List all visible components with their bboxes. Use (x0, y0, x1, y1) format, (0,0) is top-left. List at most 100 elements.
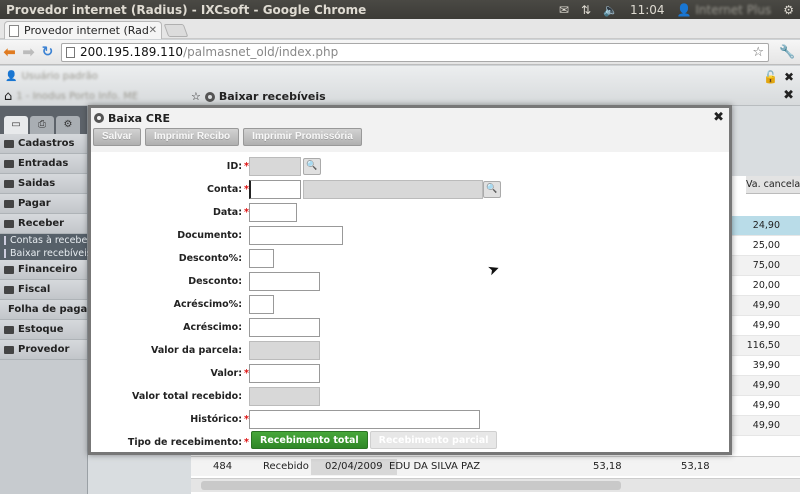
save-button[interactable]: Salvar (93, 128, 142, 146)
user-menu[interactable]: 👤 Internet Plus (677, 3, 772, 17)
folder-icon (4, 345, 14, 354)
sidebar: ▭ ⎙ ⚙ Cadastros Entradas Saidas Pagar Re… (0, 106, 92, 494)
folder-icon (4, 139, 14, 148)
folder-icon (4, 199, 14, 208)
url-path: /palmasnet_old/index.php (183, 45, 339, 59)
sidebar-item-financeiro[interactable]: Financeiro (0, 260, 87, 280)
dialog-form: ID: * 🔍 Conta: * 🔍 Data: * Documento: Desco… (91, 152, 729, 452)
cell-value: 75,00 (752, 260, 780, 271)
sidebar-item-pagar[interactable]: Pagar (0, 194, 87, 214)
data-label: Data: (212, 207, 243, 218)
os-user-name: Internet Plus (695, 2, 772, 17)
column-header-cancelado[interactable]: Va. cancelado (746, 176, 800, 194)
sidebar-item-saidas[interactable]: Saidas (0, 174, 87, 194)
clock[interactable]: 11:04 (630, 3, 665, 17)
cell-value: 25,00 (752, 240, 780, 251)
main-title-text: Baixar recebíveis (218, 90, 326, 103)
network-icon[interactable]: ⇅ (581, 3, 591, 17)
sidebar-item-label: Pagar (18, 198, 51, 209)
conta-description-field[interactable] (303, 180, 483, 199)
acrescimo-label: Acréscimo: (183, 322, 242, 333)
documento-field[interactable] (249, 226, 343, 245)
sidebar-item-estoque[interactable]: Estoque (0, 320, 87, 340)
folder-icon (4, 285, 14, 294)
id-label: ID: (226, 161, 243, 172)
close-app-icon[interactable]: ✖ (784, 70, 794, 84)
bookmark-star-icon[interactable]: ☆ (752, 45, 764, 60)
back-arrow-icon[interactable]: ⬅ (0, 43, 19, 61)
power-icon[interactable]: ⚙ (783, 3, 794, 17)
cell-value: 49,90 (752, 320, 780, 331)
print-receipt-button[interactable]: Imprimir Recibo (145, 128, 240, 146)
user-icon: 👤 (676, 2, 692, 17)
sidebar-item-cadastros[interactable]: Cadastros (0, 134, 87, 154)
conta-field[interactable] (249, 180, 301, 199)
search-id-button[interactable]: 🔍 (303, 158, 321, 175)
id-field[interactable] (249, 157, 301, 176)
sidebar-subitem-label: Baixar recebíveis (10, 248, 92, 259)
system-tray: ✉ ⇅ 🔈 11:04 👤 Internet Plus ⚙ (559, 3, 800, 17)
historico-field[interactable] (249, 410, 480, 429)
close-tab-icon[interactable]: ✕ (149, 25, 157, 36)
star-icon[interactable]: ☆ (191, 90, 201, 103)
folder-icon (4, 325, 14, 334)
close-window-icon[interactable]: ✖ (783, 88, 794, 103)
user-icon: 👤 (5, 71, 18, 82)
wrench-icon[interactable]: 🔧 (779, 45, 795, 60)
recebimento-total-button[interactable]: Recebimento total (251, 431, 368, 449)
valor-label: Valor: (210, 368, 243, 379)
cell-date: 02/04/2009 (311, 459, 397, 475)
home-icon[interactable]: ⌂ (4, 89, 12, 104)
close-dialog-icon[interactable]: ✖ (713, 110, 724, 125)
field-row-desconto-pct: Desconto%: (91, 250, 249, 270)
sidebar-item-label: Financeiro (18, 264, 78, 275)
data-field[interactable] (249, 203, 297, 222)
company-line: ⌂ 1 - Inodus Porto Info. ME (4, 89, 138, 104)
browser-tab[interactable]: Provedor internet (Radius ✕ (4, 21, 162, 39)
lifebuoy-icon (94, 113, 104, 123)
volume-icon[interactable]: 🔈 (603, 3, 618, 17)
acrescimo-pct-field[interactable] (249, 295, 274, 314)
mail-icon[interactable]: ✉ (559, 3, 569, 17)
cell-value: 116,50 (746, 340, 780, 351)
desconto-label: Desconto: (188, 276, 242, 287)
field-row-valor: Valor: * (91, 365, 249, 385)
sidebar-item-fiscal[interactable]: Fiscal (0, 280, 87, 300)
table-row[interactable]: 484 Recebido 02/04/2009 EDU DA SILVA PAZ… (191, 456, 800, 476)
print-promissory-button[interactable]: Imprimir Promissória (243, 128, 362, 146)
print-icon: ⎙ (38, 119, 46, 130)
tab-title: Provedor internet (Radius (24, 24, 149, 37)
cell-value: 49,90 (752, 380, 780, 391)
reload-icon[interactable]: ↻ (38, 44, 57, 60)
scrollbar-thumb[interactable] (201, 481, 621, 490)
valor-field[interactable] (249, 364, 320, 383)
tab-settings[interactable]: ⚙ (56, 116, 80, 134)
sidebar-item-provedor[interactable]: Provedor (0, 340, 87, 360)
os-top-panel: Provedor internet (Radius) - IXCsoft - G… (0, 0, 800, 19)
recebimento-parcial-button[interactable]: Recebimento parcial (369, 431, 498, 449)
sidebar-item-label: Fiscal (18, 284, 51, 295)
new-tab-button[interactable] (163, 24, 189, 37)
url-host: 200.195.189.110 (80, 45, 184, 59)
sidebar-subitem-baixar-recebiveis[interactable]: Baixar recebíveis (0, 247, 92, 260)
cell-value: 49,90 (752, 300, 780, 311)
unlock-icon[interactable]: 🔓 (763, 70, 778, 84)
sidebar-item-receber[interactable]: Receber (0, 214, 87, 234)
desconto-field[interactable] (249, 272, 320, 291)
tab-windows[interactable]: ▭ (4, 116, 28, 134)
conta-label: Conta: (207, 184, 243, 195)
cell-value: 39,90 (752, 360, 780, 371)
address-bar[interactable]: 200.195.189.110/palmasnet_old/index.php … (61, 42, 769, 62)
forward-arrow-icon[interactable]: ➡ (19, 43, 38, 61)
sidebar-item-folha[interactable]: Folha de pagamento (0, 300, 87, 320)
tab-print[interactable]: ⎙ (30, 116, 54, 134)
cell-value: 49,90 (752, 400, 780, 411)
sidebar-item-entradas[interactable]: Entradas (0, 154, 87, 174)
lifebuoy-icon (204, 91, 215, 102)
horizontal-scrollbar[interactable] (191, 478, 800, 492)
sidebar-subitem-label: Contas à receber (10, 235, 92, 246)
acrescimo-field[interactable] (249, 318, 320, 337)
search-conta-button[interactable]: 🔍 (483, 181, 501, 198)
desconto-pct-field[interactable] (249, 249, 274, 268)
sidebar-subitem-contas-receber[interactable]: Contas à receber (0, 234, 91, 247)
